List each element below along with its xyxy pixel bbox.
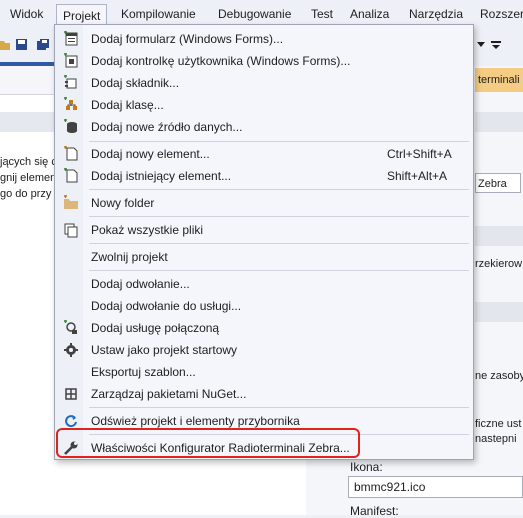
left-pane-text-1: jących się c: [0, 156, 57, 168]
menu-item-label: Dodaj formularz (Windows Forms)...: [91, 32, 284, 46]
icon-label: Ikona:: [350, 460, 383, 474]
menu-separator: [89, 189, 469, 190]
menu-item-label: Zarządzaj pakietami NuGet...: [91, 387, 247, 401]
menu-item-label: Zwolnij projekt: [91, 250, 168, 264]
left-pane-strip: [0, 112, 56, 132]
nuget-icon: [65, 388, 77, 400]
toolbar-options-icon[interactable]: [491, 40, 501, 50]
menu-item-label: Dodaj kontrolkę użytkownika (Windows For…: [91, 54, 351, 68]
menu-narzedzia[interactable]: Narzędzia: [409, 0, 463, 26]
menu-item-add-form[interactable]: Dodaj formularz (Windows Forms)...: [56, 28, 472, 50]
menu-item-add-class[interactable]: Dodaj klasę...: [56, 94, 472, 116]
section-band-2: [475, 226, 523, 246]
class-icon: [64, 97, 77, 110]
menu-item-label: Dodaj nowy element...: [91, 147, 210, 161]
menu-item-label: Dodaj klasę...: [91, 98, 164, 112]
new-item-icon: [64, 146, 78, 161]
zebra-field[interactable]: Zebra: [475, 173, 521, 193]
folder-open-icon[interactable]: [0, 39, 10, 51]
menu-item-add-component[interactable]: Dodaj składnik...: [56, 72, 472, 94]
folder-icon: [64, 195, 78, 209]
zebra-field-value: Zebra: [478, 178, 507, 190]
menu-item-label: Eksportuj szablon...: [91, 365, 196, 379]
icon-field[interactable]: bmmc921.ico: [348, 476, 523, 498]
menu-item-label: Dodaj nowe źródło danych...: [91, 120, 243, 134]
menu-item-add-existing-item[interactable]: Dodaj istniejący element... Shift+Alt+A: [56, 165, 472, 187]
menu-widok[interactable]: Widok: [10, 0, 43, 26]
resources-text: ne zasoby: [475, 370, 523, 382]
menu-item-label: Dodaj odwołanie do usługi...: [91, 299, 242, 313]
menu-item-unload-project[interactable]: Zwolnij projekt: [56, 246, 472, 268]
menu-item-label: Odśwież projekt i elementy przybornika: [91, 414, 300, 428]
section-band-3: [475, 302, 523, 322]
menu-item-show-all-files[interactable]: Pokaż wszystkie pliki: [56, 219, 472, 241]
menu-kompilowanie[interactable]: Kompilowanie: [121, 0, 196, 26]
menu-item-label: Pokaż wszystkie pliki: [91, 223, 204, 237]
left-pane-text-2: gnij elemen: [0, 172, 57, 184]
connected-service-icon: [64, 320, 77, 334]
gear-icon: [64, 343, 78, 357]
form-icon: [64, 31, 78, 46]
menu-item-set-startup[interactable]: Ustaw jako projekt startowy: [56, 339, 472, 361]
menu-item-add-datasource[interactable]: Dodaj nowe źródło danych...: [56, 116, 472, 138]
menu-item-add-user-control[interactable]: Dodaj kontrolkę użytkownika (Windows For…: [56, 50, 472, 72]
show-all-files-icon: [64, 223, 78, 238]
project-menu: Dodaj formularz (Windows Forms)... Dodaj…: [54, 24, 474, 460]
highlight-outline: [56, 428, 360, 458]
datasource-icon: [64, 119, 77, 133]
menu-item-export-template[interactable]: Eksportuj szablon...: [56, 361, 472, 383]
existing-item-icon: [64, 168, 78, 183]
component-icon: [64, 75, 77, 89]
icon-field-value: bmmc921.ico: [354, 480, 426, 494]
menu-bar: Widok Projekt Kompilowanie Debugowanie T…: [0, 0, 523, 27]
menu-debugowanie[interactable]: Debugowanie: [218, 0, 291, 26]
menu-item-add-reference[interactable]: Dodaj odwołanie...: [56, 273, 472, 295]
menu-separator: [89, 407, 469, 408]
settings-text: ficzne ust: [475, 418, 522, 430]
dropdown-arrow-icon[interactable]: [477, 42, 485, 48]
properties-tab-label: terminali: [478, 74, 520, 86]
user-control-icon: [64, 53, 78, 68]
manifest-label: Manifest:: [350, 504, 399, 518]
menu-test[interactable]: Test: [311, 0, 333, 26]
menu-separator: [89, 141, 469, 142]
menu-item-add-connected-service[interactable]: Dodaj usługę połączoną: [56, 317, 472, 339]
menu-item-label: Dodaj usługę połączoną: [91, 321, 220, 335]
menu-separator: [89, 243, 469, 244]
menu-item-label: Ustaw jako projekt startowy: [91, 343, 238, 357]
menu-rozszerzenia[interactable]: Rozszerz: [480, 0, 523, 26]
menu-item-label: Dodaj składnik...: [91, 76, 180, 90]
menu-item-add-new-item[interactable]: Dodaj nowy element... Ctrl+Shift+A: [56, 143, 472, 165]
menu-item-new-folder[interactable]: Nowy folder: [56, 192, 472, 214]
menu-item-add-service-reference[interactable]: Dodaj odwołanie do usługi...: [56, 295, 472, 317]
menu-item-label: Dodaj odwołanie...: [91, 277, 190, 291]
menu-item-label: Dodaj istniejący element...: [91, 169, 232, 183]
save-all-icon[interactable]: [37, 39, 51, 51]
refresh-icon: [65, 415, 77, 428]
menu-item-shortcut: Ctrl+Shift+A: [387, 147, 452, 161]
menu-item-label: Nowy folder: [91, 196, 155, 210]
left-pane-header: [0, 66, 56, 95]
menu-item-manage-nuget[interactable]: Zarządzaj pakietami NuGet...: [56, 383, 472, 405]
save-icon[interactable]: [16, 39, 28, 51]
menu-separator: [89, 216, 469, 217]
left-pane: jących się c gnij elemen go do przy: [0, 66, 57, 515]
left-pane-text-3: go do przy: [0, 188, 52, 200]
menu-analiza[interactable]: Analiza: [350, 0, 389, 26]
menu-separator: [89, 270, 469, 271]
section-band-1: [475, 112, 523, 132]
properties-tab[interactable]: terminali: [475, 68, 523, 92]
next-text: nastepni: [475, 433, 517, 445]
menu-item-shortcut: Shift+Alt+A: [387, 169, 448, 183]
redirect-text: rzekierow: [475, 258, 523, 270]
